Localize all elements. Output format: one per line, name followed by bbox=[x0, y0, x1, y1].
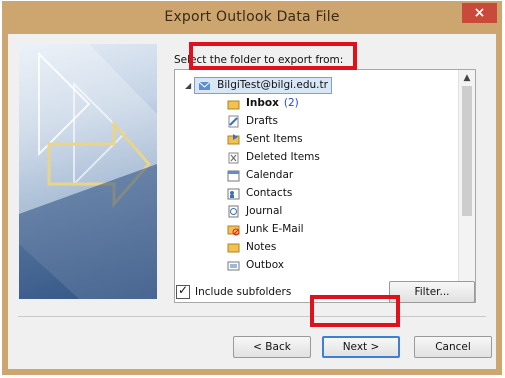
tree-item-label: Outbox bbox=[246, 259, 285, 271]
close-button[interactable]: × bbox=[462, 3, 497, 23]
include-subfolders-checkbox[interactable] bbox=[176, 283, 190, 299]
tree-item-contacts[interactable]: Contacts bbox=[227, 184, 292, 202]
tree-scrollbar[interactable]: ▲ ▼ bbox=[458, 70, 475, 302]
tree-item-label: Journal bbox=[246, 205, 283, 217]
tree-root-selection[interactable]: BilgiTest@bilgi.edu.tr bbox=[194, 76, 332, 94]
tree-item-label: Drafts bbox=[246, 115, 278, 127]
include-subfolders-option[interactable]: Include subfolders bbox=[176, 283, 292, 299]
contacts-icon bbox=[227, 188, 240, 199]
dialog-title: Export Outlook Data File bbox=[164, 9, 340, 25]
drafts-icon bbox=[228, 115, 239, 127]
tree-item-label: Contacts bbox=[246, 187, 293, 199]
junk-mail-icon bbox=[227, 225, 240, 235]
button-separator bbox=[18, 316, 486, 317]
next-button[interactable]: Next > bbox=[322, 336, 400, 358]
tree-item-label: Sent Items bbox=[246, 133, 303, 145]
include-subfolders-label: Include subfolders bbox=[195, 286, 292, 298]
annotation-highlight-account bbox=[189, 42, 357, 70]
dialog-body: Select the folder to export from: ◢ Bilg… bbox=[8, 34, 496, 369]
journal-icon bbox=[228, 205, 239, 217]
back-button[interactable]: < Back bbox=[233, 336, 311, 358]
collapse-arrow-icon[interactable]: ◢ bbox=[185, 81, 191, 90]
wizard-banner-image bbox=[19, 44, 157, 299]
tree-item-label: Inbox bbox=[246, 97, 279, 109]
cancel-button[interactable]: Cancel bbox=[414, 336, 492, 358]
tree-item-sent-items[interactable]: Sent Items bbox=[227, 130, 303, 148]
tree-root-label: BilgiTest@bilgi.edu.tr bbox=[217, 79, 328, 91]
tree-item-label: Calendar bbox=[246, 169, 294, 181]
export-dialog: Export Outlook Data File × Select the fo… bbox=[2, 1, 502, 375]
notes-icon bbox=[227, 243, 240, 252]
inbox-icon bbox=[227, 100, 240, 109]
filter-button[interactable]: Filter... bbox=[389, 281, 475, 303]
tree-item-inbox[interactable]: Inbox (2) bbox=[227, 94, 299, 112]
title-bar[interactable]: Export Outlook Data File × bbox=[2, 1, 502, 34]
mail-account-icon bbox=[198, 81, 211, 90]
tree-item-junk-e-mail[interactable]: Junk E-Mail bbox=[227, 220, 304, 238]
scroll-thumb[interactable] bbox=[462, 86, 472, 216]
tree-item-deleted-items[interactable]: Deleted Items bbox=[227, 148, 320, 166]
unread-count: (2) bbox=[283, 97, 299, 109]
tree-item-notes[interactable]: Notes bbox=[227, 238, 276, 256]
folder-tree[interactable]: ◢ BilgiTest@bilgi.edu.tr Inbox (2) Draft… bbox=[174, 69, 476, 303]
tree-item-journal[interactable]: Journal bbox=[227, 202, 282, 220]
tree-item-label: Junk E-Mail bbox=[246, 223, 304, 235]
tree-item-label: Deleted Items bbox=[246, 151, 320, 163]
scroll-up-arrow-icon[interactable]: ▲ bbox=[459, 70, 475, 86]
annotation-highlight-next bbox=[310, 295, 400, 327]
tree-item-drafts[interactable]: Drafts bbox=[227, 112, 278, 130]
tree-item-label: Notes bbox=[246, 241, 277, 253]
sent-items-icon bbox=[227, 133, 240, 144]
tree-root-account[interactable]: ◢ BilgiTest@bilgi.edu.tr bbox=[185, 76, 332, 94]
deleted-items-icon bbox=[228, 152, 239, 163]
outbox-icon bbox=[227, 261, 240, 270]
tree-item-outbox[interactable]: Outbox bbox=[227, 256, 284, 274]
calendar-icon bbox=[227, 170, 240, 181]
tree-item-calendar[interactable]: Calendar bbox=[227, 166, 293, 184]
arrow-graphic-icon bbox=[19, 44, 157, 299]
